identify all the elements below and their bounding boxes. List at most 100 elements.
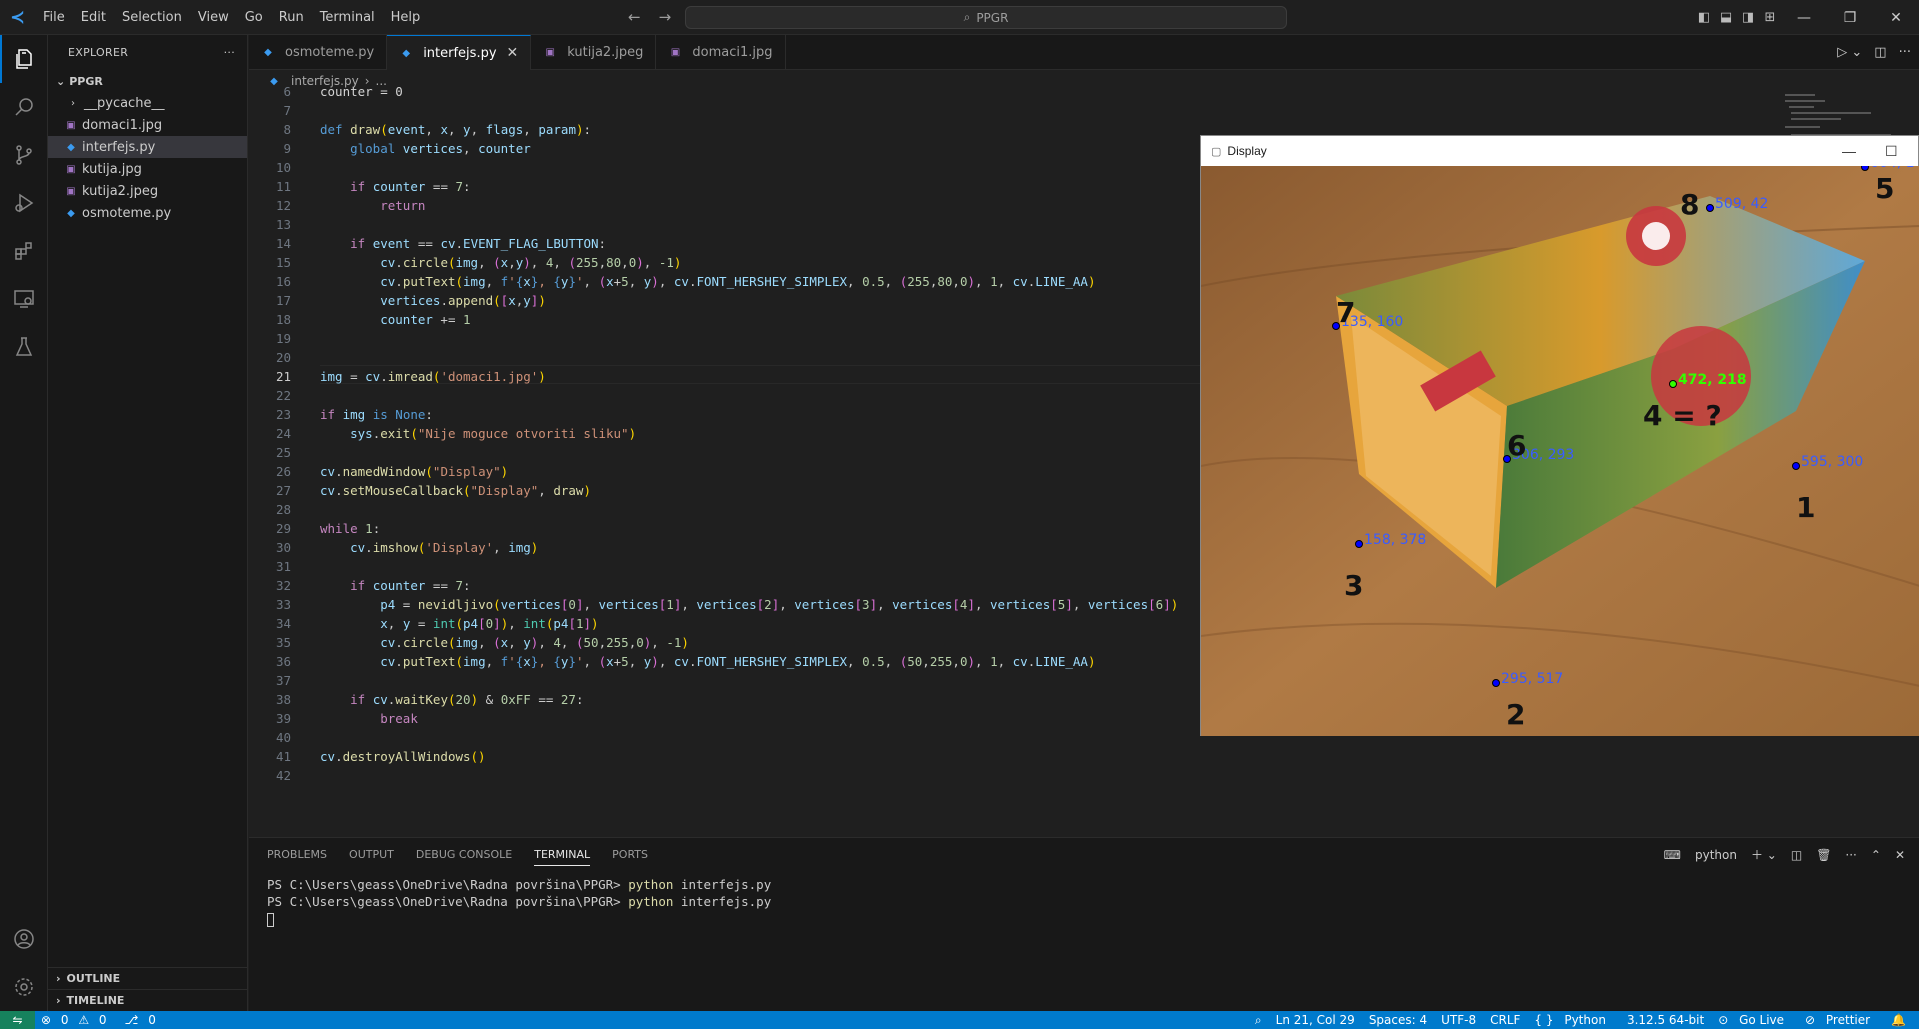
customize-layout-icon[interactable]: ⊞ — [1759, 10, 1781, 25]
forward-arrow-icon[interactable]: → — [659, 8, 672, 26]
menu-file[interactable]: File — [35, 10, 73, 25]
menu-go[interactable]: Go — [237, 10, 271, 25]
point-marker — [1706, 204, 1714, 212]
workspace-folder[interactable]: ⌄ PPGR — [48, 70, 247, 92]
tab-osmoteme[interactable]: ◆ osmoteme.py — [249, 35, 388, 70]
chevron-right-icon: › — [71, 97, 75, 109]
code-line: 25 — [275, 445, 291, 460]
menu-help[interactable]: Help — [383, 10, 429, 25]
more-actions-icon[interactable]: ··· — [224, 46, 235, 59]
python-interpreter[interactable]: 3.12.5 64-bit — [1620, 1013, 1711, 1027]
explorer-item-domaci1[interactable]: ▣ domaci1.jpg — [48, 114, 247, 136]
back-arrow-icon[interactable]: ← — [628, 8, 641, 26]
problems-status[interactable]: ⊗ 0 ⚠ 0 — [35, 1013, 119, 1027]
explorer-icon[interactable] — [0, 35, 48, 83]
toggle-panel-icon[interactable]: ⬓ — [1715, 10, 1737, 25]
explorer-item-pycache[interactable]: › __pycache__ — [48, 92, 247, 114]
point-number-label: 3 — [1344, 569, 1364, 602]
tab-label: kutija2.jpeg — [567, 45, 644, 60]
point-number-label: 6 — [1507, 429, 1527, 462]
split-editor-icon[interactable]: ◫ — [1874, 45, 1886, 60]
code-line: 33 p4 = nevidljivo(vertices[0], vertices… — [275, 597, 1179, 612]
command-center-search[interactable]: ⌕ PPGR — [685, 6, 1287, 29]
tab-debug-console[interactable]: DEBUG CONSOLE — [416, 848, 512, 866]
close-panel-icon[interactable]: ✕ — [1895, 848, 1905, 862]
split-terminal-icon[interactable]: ◫ — [1791, 848, 1802, 862]
testing-icon[interactable] — [0, 323, 48, 371]
python-file-icon: ◆ — [402, 47, 411, 59]
minimap-line — [1785, 94, 1815, 96]
close-tab-icon[interactable]: ✕ — [507, 45, 519, 61]
close-window-button[interactable]: ✕ — [1873, 10, 1919, 26]
display-image[interactable]: 595, 300 1 295, 517 2 158, 378 3 472, 218 4 = ?… — [1201, 166, 1919, 736]
code-line: 30 cv.imshow('Display', img) — [275, 540, 539, 555]
menu-terminal[interactable]: Terminal — [312, 10, 383, 25]
terminal-cursor-line — [267, 910, 771, 927]
tab-kutija2[interactable]: ▣ kutija2.jpeg — [531, 35, 657, 70]
explorer-item-osmoteme[interactable]: ◆ osmoteme.py — [48, 202, 247, 224]
menu-run[interactable]: Run — [271, 10, 312, 25]
explorer-item-kutija[interactable]: ▣ kutija.jpg — [48, 158, 247, 180]
encoding-status[interactable]: UTF-8 — [1434, 1013, 1483, 1027]
timeline-section[interactable]: › TIMELINE — [48, 989, 248, 1011]
tab-problems[interactable]: PROBLEMS — [267, 848, 327, 866]
chevron-right-icon: › — [56, 994, 61, 1007]
display-maximize-button[interactable]: ☐ — [1885, 136, 1898, 166]
code-line: 38 if cv.waitKey(20) & 0xFF == 27: — [275, 692, 584, 707]
status-left: ⇋ ⊗ 0 ⚠ 0 ⎇ 0 — [0, 1011, 168, 1029]
indentation-status[interactable]: Spaces: 4 — [1362, 1013, 1434, 1027]
code-line: 24 sys.exit("Nije moguce otvoriti sliku"… — [275, 426, 637, 441]
tab-ports[interactable]: PORTS — [612, 848, 648, 866]
editor-actions: ▷ ⌄ ◫ ··· — [1837, 35, 1911, 70]
explorer-item-interfejs[interactable]: ◆ interfejs.py — [48, 136, 247, 158]
code-line: 41 cv.destroyAllWindows() — [275, 749, 486, 764]
display-window[interactable]: ▢ Display — ☐ 595, 300 1 295, 517 2 158,… — [1200, 135, 1919, 736]
source-control-icon[interactable] — [0, 131, 48, 179]
restore-window-button[interactable]: ❐ — [1827, 10, 1873, 26]
display-window-titlebar[interactable]: ▢ Display — ☐ — [1201, 136, 1918, 166]
terminal-output[interactable]: PS C:\Users\geass\OneDrive\Radna površin… — [267, 876, 771, 927]
search-icon[interactable] — [0, 83, 48, 131]
panel-tabs: PROBLEMS OUTPUT DEBUG CONSOLE TERMINAL P… — [267, 848, 648, 866]
eol-status[interactable]: CRLF — [1483, 1013, 1527, 1027]
terminal-shell-label[interactable]: python — [1695, 848, 1737, 862]
settings-gear-icon[interactable] — [0, 963, 48, 1011]
terminal-shell-icon[interactable]: ⌨ — [1664, 848, 1681, 862]
kill-terminal-icon[interactable]: 🗑 — [1816, 848, 1831, 862]
tab-interfejs[interactable]: ◆ interfejs.py ✕ — [387, 35, 532, 70]
account-icon[interactable] — [0, 915, 48, 963]
language-mode[interactable]: { } Python — [1527, 1013, 1620, 1027]
explorer-item-label: __pycache__ — [84, 95, 165, 111]
explorer-item-kutija2[interactable]: ▣ kutija2.jpeg — [48, 180, 247, 202]
menu-selection[interactable]: Selection — [114, 10, 190, 25]
more-actions-icon[interactable]: ··· — [1899, 45, 1911, 60]
cursor-position[interactable]: Ln 21, Col 29 — [1269, 1013, 1362, 1027]
outline-label: OUTLINE — [66, 972, 121, 985]
menu-view[interactable]: View — [190, 10, 237, 25]
remote-explorer-icon[interactable] — [0, 275, 48, 323]
new-terminal-icon[interactable]: ＋ ⌄ — [1751, 846, 1777, 863]
run-debug-icon[interactable] — [0, 179, 48, 227]
outline-section[interactable]: › OUTLINE — [48, 967, 248, 989]
minimize-window-button[interactable]: — — [1781, 10, 1827, 26]
code-line: 27 cv.setMouseCallback("Display", draw) — [275, 483, 591, 498]
code-line: 37 — [275, 673, 291, 688]
toggle-sidebar-icon[interactable]: ◧ — [1693, 10, 1715, 25]
display-minimize-button[interactable]: — — [1842, 136, 1856, 166]
maximize-panel-icon[interactable]: ⌃ — [1871, 848, 1881, 862]
menu-edit[interactable]: Edit — [73, 10, 114, 25]
tab-output[interactable]: OUTPUT — [349, 848, 394, 866]
ports-status[interactable]: ⎇ 0 — [119, 1013, 168, 1027]
tab-terminal[interactable]: TERMINAL — [534, 848, 591, 866]
extensions-icon[interactable] — [0, 227, 48, 275]
remote-indicator-icon[interactable]: ⇋ — [0, 1011, 35, 1029]
tab-domaci1[interactable]: ▣ domaci1.jpg — [656, 35, 786, 70]
prettier-status[interactable]: ⊘ Prettier — [1798, 1013, 1884, 1027]
image-file-icon: ▣ — [66, 185, 76, 197]
zoom-icon[interactable]: ⌕ — [1248, 1013, 1269, 1028]
more-actions-icon[interactable]: ··· — [1845, 848, 1856, 862]
toggle-secondary-sidebar-icon[interactable]: ◨ — [1737, 10, 1759, 25]
notifications-bell-icon[interactable]: 🔔 — [1884, 1013, 1913, 1027]
go-live-button[interactable]: ⊙ Go Live — [1711, 1013, 1798, 1027]
run-file-icon[interactable]: ▷ ⌄ — [1837, 45, 1862, 60]
